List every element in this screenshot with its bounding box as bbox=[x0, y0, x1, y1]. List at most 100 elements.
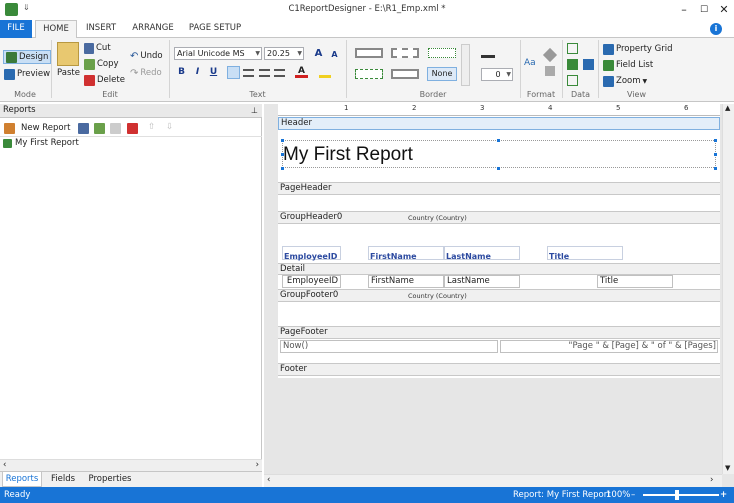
scroll-left-icon[interactable]: ‹ bbox=[267, 475, 270, 485]
data-source-icon[interactable] bbox=[567, 43, 578, 54]
detail-field-lastname[interactable]: LastName bbox=[444, 275, 520, 288]
scroll-up-icon[interactable]: ▲ bbox=[725, 104, 730, 112]
border-style-1[interactable] bbox=[355, 48, 383, 58]
selection-handle[interactable] bbox=[281, 153, 284, 156]
property-grid-button[interactable]: Property Grid bbox=[603, 42, 673, 56]
field-list-button[interactable]: Field List bbox=[603, 58, 653, 72]
redo-button[interactable]: ↷ Redo bbox=[130, 66, 162, 80]
tab-page-setup[interactable]: PAGE SETUP bbox=[184, 20, 246, 38]
move-down-icon[interactable]: ⇩ bbox=[166, 122, 173, 132]
scrollbar[interactable]: ▲ ▼ bbox=[722, 104, 734, 474]
selection-handle[interactable] bbox=[497, 139, 500, 142]
border-gallery-scroll[interactable] bbox=[461, 44, 470, 86]
column-header-title[interactable]: Title bbox=[547, 246, 623, 261]
page-footer-band[interactable]: PageFooter bbox=[278, 326, 720, 339]
tab-fields[interactable]: Fields bbox=[46, 472, 80, 487]
tab-properties[interactable]: Properties bbox=[84, 472, 136, 487]
shrink-font-button[interactable]: A bbox=[328, 48, 341, 61]
preview-button[interactable]: Preview bbox=[4, 67, 50, 81]
border-none-button[interactable]: None bbox=[427, 67, 457, 81]
scroll-left-icon[interactable]: ‹ bbox=[3, 460, 6, 470]
report-title-field[interactable]: My First Report bbox=[282, 140, 716, 168]
align-center-button[interactable] bbox=[243, 69, 254, 77]
justify-button[interactable] bbox=[274, 69, 285, 77]
page-header-band[interactable]: PageHeader bbox=[278, 182, 720, 195]
paste-button[interactable]: Paste bbox=[57, 66, 80, 80]
tab-insert[interactable]: INSERT bbox=[80, 20, 122, 38]
highlight-icon[interactable] bbox=[319, 67, 331, 78]
column-header-lastname[interactable]: LastName bbox=[444, 246, 520, 261]
close-button[interactable]: ✕ bbox=[714, 1, 734, 19]
underline-button[interactable]: U bbox=[207, 66, 220, 79]
scrollbar[interactable]: ‹ › bbox=[264, 474, 722, 487]
zoom-button[interactable]: Zoom ▼ bbox=[603, 74, 647, 88]
paste-icon[interactable] bbox=[110, 123, 121, 134]
font-color-button[interactable]: A bbox=[295, 65, 308, 78]
copy-icon[interactable] bbox=[94, 123, 105, 134]
format-painter-icon[interactable] bbox=[542, 47, 558, 63]
footer-band[interactable]: Footer bbox=[278, 363, 720, 376]
border-color-icon[interactable] bbox=[481, 46, 495, 58]
tab-home[interactable]: HOME bbox=[35, 20, 77, 39]
column-header-firstname[interactable]: FirstName bbox=[368, 246, 444, 261]
detail-field-firstname[interactable]: FirstName bbox=[368, 275, 444, 288]
italic-button[interactable]: I bbox=[191, 66, 204, 79]
tab-arrange[interactable]: ARRANGE bbox=[126, 20, 180, 38]
filter-icon[interactable] bbox=[567, 75, 578, 86]
group-header-band[interactable]: GroupHeader0 Country (Country) bbox=[278, 211, 720, 224]
detail-field-title[interactable]: Title bbox=[597, 275, 673, 288]
group-icon[interactable] bbox=[583, 59, 594, 70]
border-style-3[interactable] bbox=[428, 48, 456, 58]
zoom-out-icon[interactable]: – bbox=[631, 487, 635, 503]
list-item[interactable]: My First Report bbox=[3, 138, 79, 148]
align-left-button[interactable] bbox=[227, 66, 240, 79]
group-footer-band[interactable]: GroupFooter0 Country (Country) bbox=[278, 289, 720, 302]
minimize-button[interactable]: – bbox=[674, 1, 694, 19]
copy-button[interactable]: Copy bbox=[84, 57, 119, 71]
paste-icon[interactable] bbox=[57, 42, 79, 66]
selection-handle[interactable] bbox=[281, 167, 284, 170]
selection-handle[interactable] bbox=[714, 139, 717, 142]
selection-handle[interactable] bbox=[714, 167, 717, 170]
tab-file[interactable]: FILE bbox=[0, 20, 32, 38]
font-size-select[interactable]: 20.25 ▼ bbox=[264, 47, 304, 60]
selection-handle[interactable] bbox=[714, 153, 717, 156]
zoom-in-icon[interactable]: + bbox=[720, 487, 727, 503]
scrollbar[interactable]: ‹ › bbox=[0, 459, 262, 471]
cut-icon[interactable] bbox=[78, 123, 89, 134]
scroll-right-icon[interactable]: › bbox=[710, 475, 713, 485]
grow-font-button[interactable]: A bbox=[312, 47, 325, 60]
delete-icon[interactable] bbox=[127, 123, 138, 134]
info-icon[interactable]: i bbox=[710, 23, 722, 35]
zoom-slider-track[interactable] bbox=[643, 494, 719, 496]
column-header-employeeid[interactable]: EmployeeID bbox=[282, 246, 341, 261]
header-band[interactable]: Header bbox=[278, 117, 720, 130]
selection-handle[interactable] bbox=[281, 139, 284, 142]
format-style-icon[interactable] bbox=[545, 66, 555, 76]
border-width-select[interactable]: 0 ▼ bbox=[481, 68, 513, 81]
border-style-5[interactable] bbox=[391, 69, 419, 79]
bold-button[interactable]: B bbox=[175, 66, 188, 79]
font-name-select[interactable]: Arial Unicode MS ▼ bbox=[174, 47, 262, 60]
sort-icon[interactable] bbox=[567, 59, 578, 70]
detail-field-employeeid[interactable]: EmployeeID bbox=[282, 275, 341, 288]
now-field[interactable]: Now() bbox=[280, 340, 498, 353]
selection-handle[interactable] bbox=[497, 167, 500, 170]
detail-band[interactable]: Detail bbox=[278, 263, 720, 275]
new-report-button[interactable]: New Report bbox=[21, 123, 70, 133]
zoom-slider-thumb[interactable] bbox=[675, 490, 679, 500]
border-style-2[interactable] bbox=[391, 48, 419, 58]
tab-reports[interactable]: Reports bbox=[2, 472, 42, 487]
page-number-field[interactable]: "Page " & [Page] & " of " & [Pages] bbox=[500, 340, 718, 353]
scroll-right-icon[interactable]: › bbox=[256, 460, 259, 470]
cut-button[interactable]: Cut bbox=[84, 41, 111, 55]
border-style-4[interactable] bbox=[355, 69, 383, 79]
scroll-down-icon[interactable]: ▼ bbox=[725, 464, 730, 472]
undo-button[interactable]: ↶ Undo bbox=[130, 49, 163, 63]
auto-format-icon[interactable]: Aa bbox=[524, 58, 536, 68]
align-right-button[interactable] bbox=[259, 69, 270, 77]
new-report-icon[interactable] bbox=[4, 123, 15, 134]
delete-button[interactable]: Delete bbox=[84, 73, 125, 87]
pin-icon[interactable]: ⊥ bbox=[251, 104, 258, 117]
maximize-button[interactable]: ☐ bbox=[694, 1, 714, 19]
